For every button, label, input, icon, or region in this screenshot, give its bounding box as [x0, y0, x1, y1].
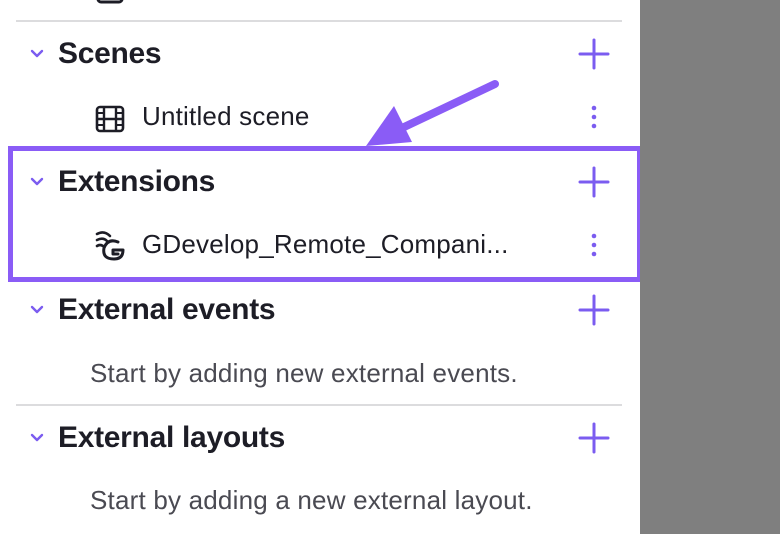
chevron-down-icon[interactable] — [26, 427, 48, 449]
plus-icon — [576, 36, 612, 72]
more-vertical-icon — [584, 231, 604, 259]
extension-logo-icon — [94, 228, 126, 261]
dimmed-backdrop — [640, 0, 780, 534]
section-title: Extensions — [58, 165, 216, 198]
chevron-down-icon[interactable] — [26, 43, 48, 65]
extension-menu-button[interactable] — [584, 231, 604, 259]
section-title: External events — [58, 293, 276, 326]
empty-state-text: Start by adding a new external layout. — [90, 485, 533, 515]
section-title: External layouts — [58, 421, 285, 454]
section-header-external-layouts[interactable]: External layouts — [0, 420, 640, 456]
add-external-events-button[interactable] — [576, 292, 612, 328]
chevron-down-icon[interactable] — [26, 171, 48, 193]
plus-icon — [576, 292, 612, 328]
plus-icon — [576, 420, 612, 456]
empty-state-text: Start by adding new external events. — [90, 358, 518, 388]
chevron-down-icon[interactable] — [26, 299, 48, 321]
section-header-external-events[interactable]: External events — [0, 292, 640, 328]
add-scene-button[interactable] — [576, 36, 612, 72]
project-manager-panel: Scenes Untitled scene Extensions GDevelo… — [0, 0, 642, 534]
section-header-scenes[interactable]: Scenes — [0, 36, 640, 72]
add-extension-button[interactable] — [576, 164, 612, 200]
add-external-layout-button[interactable] — [576, 420, 612, 456]
scene-menu-button[interactable] — [584, 103, 604, 131]
list-item-label: GDevelop_Remote_Compani... — [142, 229, 509, 259]
more-vertical-icon — [584, 103, 604, 131]
section-header-extensions[interactable]: Extensions — [0, 164, 640, 200]
list-item-extension[interactable]: GDevelop_Remote_Compani... — [0, 228, 640, 262]
list-item-untitled-scene[interactable]: Untitled scene — [0, 100, 640, 134]
film-icon — [94, 103, 126, 135]
plus-icon — [576, 164, 612, 200]
divider — [16, 404, 622, 406]
section-title: Scenes — [58, 37, 162, 70]
partial-item-icon — [96, 0, 124, 4]
divider — [16, 20, 622, 22]
list-item-label: Untitled scene — [142, 101, 310, 131]
